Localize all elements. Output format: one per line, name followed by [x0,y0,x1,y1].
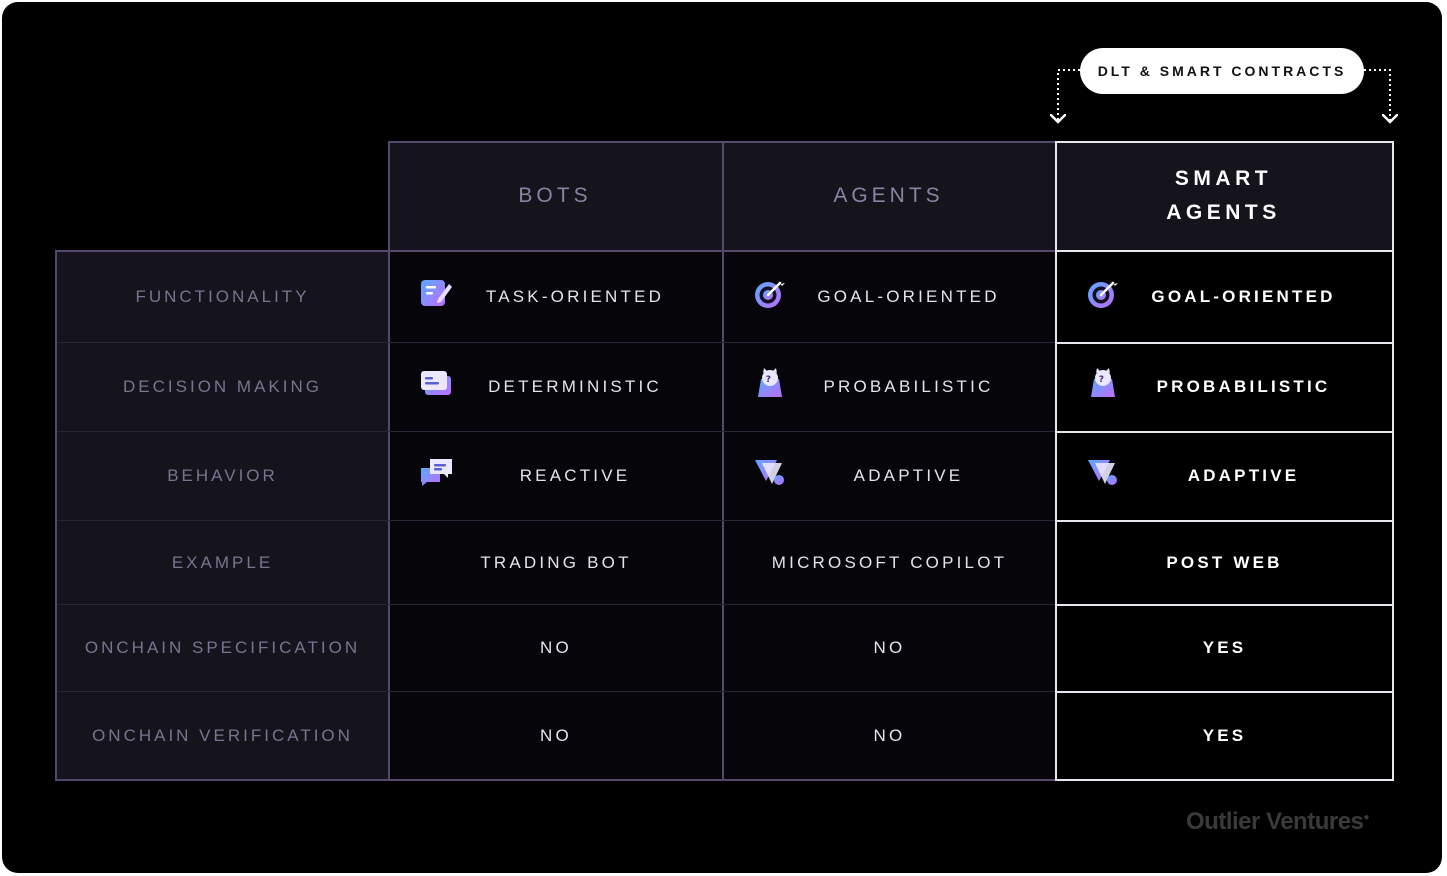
cell-decision-making-bots: DETERMINISTIC [390,343,722,431]
cell-functionality-smart-agents: GOAL-ORIENTED [1057,252,1392,342]
cell-example-smart-agents: POST WEB [1057,521,1392,604]
smart-agents-line-1: SMART [1174,167,1273,190]
column-header-smart-agents: SMART AGENTS [1055,142,1392,250]
cell-decision-making-smart-agents: PROBABILISTIC? [1057,343,1392,431]
cell-example-agents: MICROSOFT COPILOT [724,521,1055,604]
cell-value: YES [1202,638,1247,657]
row-label-example: EXAMPLE [57,521,388,604]
triangle-shapes-icon [752,454,788,490]
cell-onchain-verification-smart-agents: YES [1057,692,1392,779]
cell-functionality-bots: TASK-ORIENTED [390,252,722,342]
cell-value: GOAL-ORIENTED [817,287,1000,306]
cell-value: NO [873,638,906,657]
triangle-shapes-icon [1085,454,1121,490]
cell-value: ADAPTIVE [853,466,964,485]
card-icon [418,365,454,401]
column-header-agents: AGENTS [722,142,1055,250]
column-header-bots: BOTS [388,142,722,250]
smart-agents-line-2: AGENTS [1166,201,1281,224]
chat-bubbles-icon [418,454,454,490]
cell-value: TASK-ORIENTED [485,287,665,306]
cell-onchain-verification-agents: NO [724,692,1055,779]
cell-value: DETERMINISTIC [488,377,662,396]
row-label-decision-making: DECISION MAKING [57,343,388,431]
cell-functionality-agents: GOAL-ORIENTED [724,252,1055,342]
svg-text:?: ? [1099,375,1107,385]
svg-text:?: ? [766,375,774,385]
row-label-onchain-specification: ONCHAIN SPECIFICATION [57,605,388,691]
cell-value: NO [873,725,906,745]
cell-value: ADAPTIVE [1187,466,1300,485]
cell-behavior-bots: REACTIVE [390,432,722,520]
lucky-cat-icon: ? [752,365,788,401]
row-label-behavior: BEHAVIOR [57,432,388,520]
cell-value: GOAL-ORIENTED [1151,287,1336,306]
cell-onchain-specification-smart-agents: YES [1057,605,1392,691]
cell-value: PROBABILISTIC [823,377,994,396]
cell-onchain-specification-bots: NO [390,605,722,691]
cell-value: MICROSOFT COPILOT [771,552,1008,572]
cell-value: TRADING BOT [480,552,632,572]
dlt-smart-contracts-badge: DLT & SMART CONTRACTS [1080,48,1364,94]
target-icon [752,275,788,311]
cell-example-bots: TRADING BOT [390,521,722,604]
edit-note-icon [418,275,454,311]
lucky-cat-icon: ? [1085,365,1121,401]
cell-onchain-verification-bots: NO [390,692,722,779]
cell-value: POST WEB [1166,552,1283,572]
cell-behavior-agents: ADAPTIVE [724,432,1055,520]
comparison-diagram: DLT & SMART CONTRACTS BOTS AGENTS SMART … [2,2,1442,873]
cell-value: PROBABILISTIC [1156,377,1331,396]
target-icon [1085,275,1121,311]
row-label-functionality: FUNCTIONALITY [57,252,388,342]
cell-decision-making-agents: PROBABILISTIC? [724,343,1055,431]
brand-logo: Outlier Ventures● [1186,808,1369,835]
cell-behavior-smart-agents: ADAPTIVE [1057,432,1392,520]
row-label-onchain-verification: ONCHAIN VERIFICATION [57,692,388,779]
cell-value: NO [540,638,572,657]
cell-onchain-specification-agents: NO [724,605,1055,691]
cell-value: REACTIVE [519,466,631,485]
brand-name: Outlier Ventures [1186,808,1364,835]
cell-value: NO [540,725,572,745]
cell-value: YES [1202,725,1247,745]
